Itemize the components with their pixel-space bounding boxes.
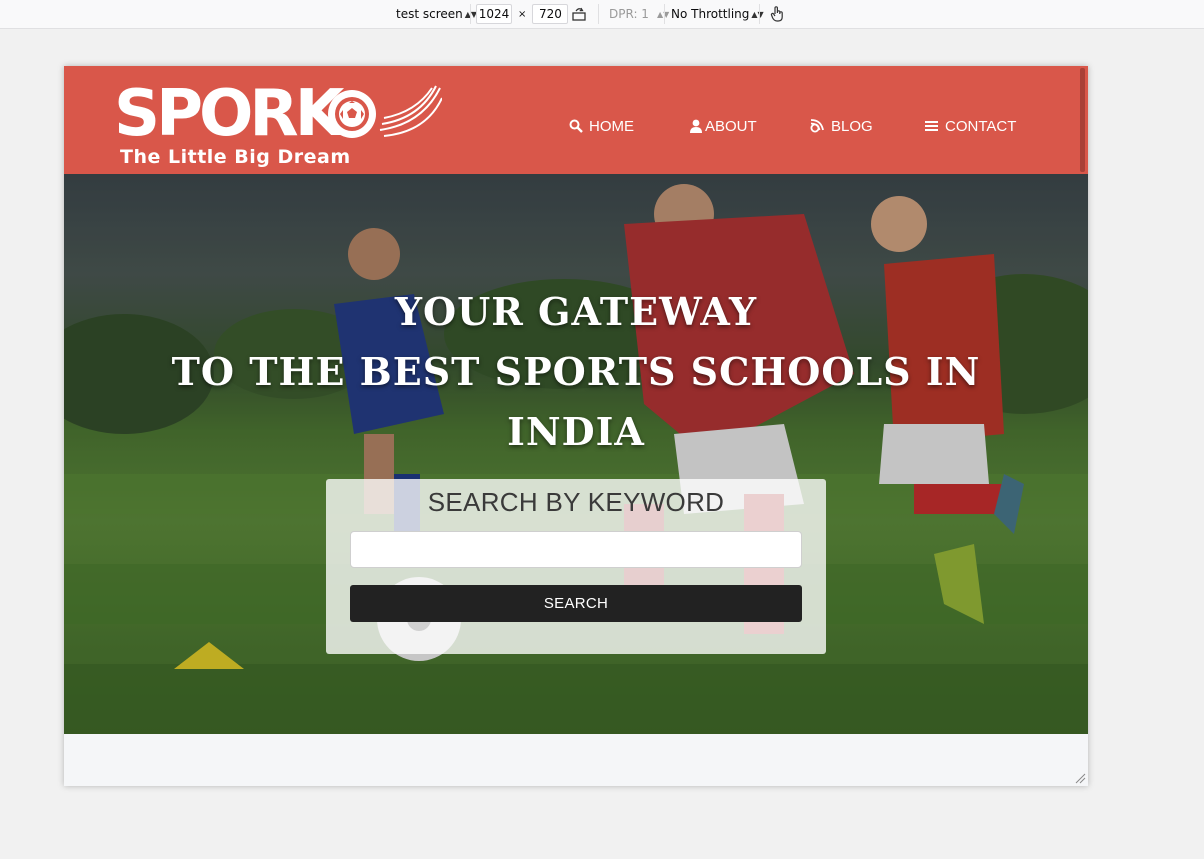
chevron-updown-icon: ▲▼ [751, 9, 764, 19]
toolbar-divider [470, 4, 471, 24]
throttling-selector[interactable]: No Throttling ▲▼ [671, 0, 764, 28]
toolbar-divider [759, 4, 760, 24]
device-name: test screen [396, 7, 463, 21]
search-title: SEARCH BY KEYWORD [427, 487, 725, 517]
scrollbar-thumb[interactable] [1080, 68, 1085, 172]
logo[interactable]: SPORK The Little Big Dream [114, 78, 444, 174]
nav-label: ABOUT [705, 117, 757, 135]
toolbar-divider [598, 4, 599, 24]
dimension-separator: × [518, 8, 527, 20]
logo-wordmark: SPORK [114, 77, 344, 151]
menu-icon [925, 121, 938, 131]
user-icon [690, 119, 702, 133]
resize-handle-icon[interactable] [1074, 772, 1086, 784]
search-input[interactable] [350, 531, 802, 568]
feed-icon [810, 118, 824, 132]
rotate-icon[interactable] [571, 0, 587, 28]
nav-item-contact[interactable]: CONTACT [925, 116, 1016, 136]
dpr-selector[interactable]: DPR: 1 ▲▼ [609, 0, 669, 28]
search-panel: SEARCH BY KEYWORD SEARCH [326, 479, 826, 654]
throttling-label: No Throttling [671, 7, 750, 21]
nav-label: HOME [589, 117, 634, 135]
device-selector[interactable]: test screen ▲▼ [396, 0, 477, 28]
viewport-height-input[interactable]: 720 [532, 4, 569, 24]
nav-label: BLOG [831, 117, 873, 135]
soccer-ball-icon [328, 85, 442, 138]
hero-line-3: INDIA [507, 409, 645, 454]
search-icon [569, 119, 583, 133]
dpr-label: DPR: 1 [609, 7, 649, 21]
nav-item-about[interactable]: ABOUT [690, 116, 757, 136]
touch-simulation-icon[interactable] [769, 0, 785, 28]
hero-line-2: TO THE BEST SPORTS SCHOOLS IN [171, 349, 981, 394]
nav-item-home[interactable]: HOME [569, 116, 634, 136]
responsive-toolbar: test screen ▲▼ 1024 × 720 DPR: 1 ▲▼ No T… [0, 0, 1204, 29]
nav-item-blog[interactable]: BLOG [809, 116, 873, 136]
device-viewport: SPORK The Little Big Dream HOME ABOUT BL… [64, 66, 1088, 786]
search-button[interactable]: SEARCH [350, 585, 802, 622]
toolbar-divider [664, 4, 665, 24]
logo-tagline: The Little Big Dream [120, 146, 351, 168]
hero-line-1: YOUR GATEWAY [394, 289, 758, 334]
viewport-width-input[interactable]: 1024 [476, 4, 512, 24]
nav-label: CONTACT [945, 117, 1017, 135]
site-header: SPORK The Little Big Dream HOME ABOUT BL… [64, 66, 1088, 174]
